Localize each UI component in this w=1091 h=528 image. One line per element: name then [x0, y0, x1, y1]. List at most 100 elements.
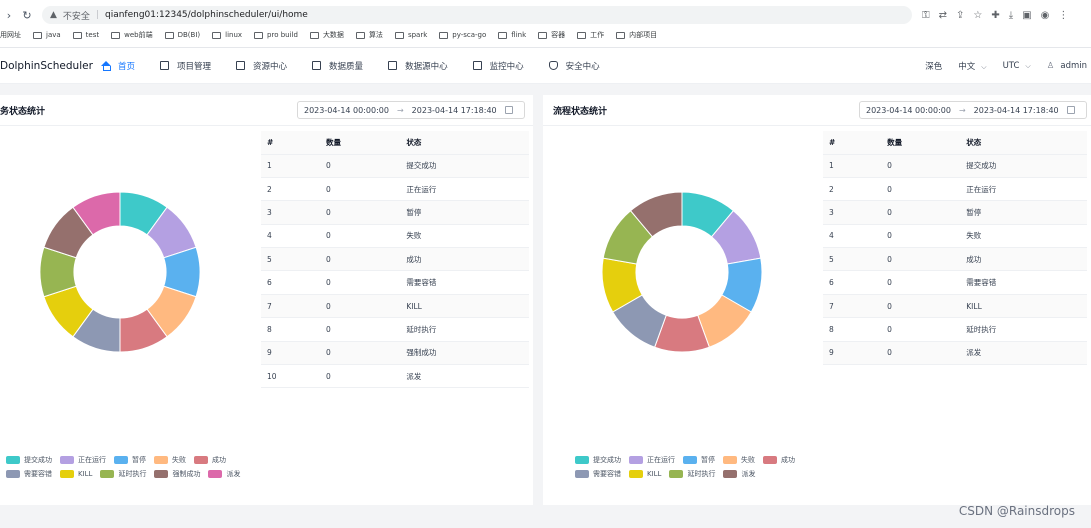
legend-item[interactable]: 强制成功 — [154, 467, 200, 481]
legend-item[interactable]: 成功 — [194, 453, 226, 467]
bookmark-item[interactable]: test — [72, 31, 99, 39]
menu-item[interactable]: 监控中心 — [472, 60, 524, 72]
legend-item[interactable]: 暂停 — [683, 453, 715, 467]
app-logo[interactable]: DolphinScheduler — [0, 60, 95, 72]
legend-item[interactable]: 提交成功 — [575, 453, 621, 467]
legend-swatch — [629, 470, 643, 478]
table-cell: 派发 — [400, 364, 529, 389]
legend-item[interactable]: 正在运行 — [60, 453, 106, 467]
menu-item-label: 首页 — [118, 61, 136, 72]
extension-icon[interactable]: ✚ — [991, 10, 999, 21]
bookmark-label: 大数据 — [322, 31, 344, 39]
date-range-picker[interactable]: 2023-04-14 00:00:00 → 2023-04-14 17:18:4… — [297, 101, 525, 119]
panel-title: 务状态统计 — [0, 106, 46, 117]
legend-item[interactable]: 失败 — [723, 453, 755, 467]
menu-item[interactable]: 项目管理 — [160, 60, 211, 72]
menu-item[interactable]: 数据源中心 — [388, 60, 448, 72]
bookmark-label: 算法 — [368, 31, 383, 39]
sidebar-icon[interactable]: ▣ — [1022, 10, 1031, 21]
translate-icon[interactable]: ⇄ — [939, 10, 947, 21]
datasource-icon — [388, 61, 398, 70]
folder-icon — [111, 31, 121, 39]
table-cell: 提交成功 — [400, 154, 529, 178]
bookmark-item[interactable]: linux — [212, 31, 242, 39]
share-icon[interactable]: ⇪ — [956, 10, 964, 21]
legend-item[interactable]: 延时执行 — [100, 467, 146, 481]
bookmark-label: pro build — [267, 31, 298, 39]
menu-item-label: 数据源中心 — [405, 61, 448, 72]
table-cell: 成功 — [400, 247, 529, 272]
folder-icon — [254, 31, 264, 39]
bookmark-label: linux — [225, 31, 243, 39]
table-cell: 0 — [319, 247, 401, 272]
language-select[interactable]: 中文 ⌵ — [958, 60, 986, 72]
chevron-down-icon: ⌵ — [1025, 61, 1031, 70]
legend-item[interactable]: 延时执行 — [669, 467, 715, 481]
legend-swatch — [154, 470, 169, 478]
legend-item[interactable]: 成功 — [763, 453, 795, 467]
table-cell: 4 — [261, 224, 320, 249]
menu-item[interactable]: 资源中心 — [236, 60, 287, 72]
bookmark-item[interactable]: java — [33, 31, 61, 39]
folder-icon — [164, 31, 174, 39]
bookmark-item[interactable]: web前端 — [111, 30, 153, 40]
menu-item[interactable]: 安全中心 — [548, 60, 600, 72]
bookmark-item[interactable]: 算法 — [355, 30, 383, 40]
folder-icon — [498, 31, 508, 39]
bookmark-item[interactable]: 工作 — [577, 30, 604, 40]
address-input[interactable]: ▲ 不安全 | qianfeng01:12345/dolphinschedule… — [42, 6, 912, 24]
reload-icon[interactable]: ↻ — [18, 9, 36, 22]
profile-icon[interactable]: ◉ — [1041, 10, 1050, 21]
bookmark-item[interactable]: 容器 — [538, 30, 565, 40]
table-cell: 0 — [881, 200, 961, 225]
folder-icon — [577, 31, 587, 39]
menu-item[interactable]: 首页 — [101, 60, 135, 72]
bookmark-item[interactable]: spark — [394, 31, 427, 39]
menu-icon[interactable]: ⋮ — [1058, 10, 1068, 21]
date-end: 2023-04-14 17:18:40 — [973, 105, 1059, 115]
theme-toggle[interactable]: 深色 — [925, 60, 942, 72]
forward-icon[interactable]: › — [0, 9, 18, 22]
bookmark-item[interactable]: 用网址 — [0, 30, 21, 40]
user-menu[interactable]: ♙ admin — [1047, 61, 1087, 71]
legend-item[interactable]: 失败 — [154, 453, 186, 467]
legend-item[interactable]: 暂停 — [114, 453, 146, 467]
key-icon[interactable]: ⚿ — [922, 10, 930, 21]
star-icon[interactable]: ☆ — [973, 10, 982, 21]
legend-item[interactable]: 正在运行 — [629, 453, 675, 467]
folder-icon — [33, 31, 42, 39]
legend-swatch — [100, 470, 115, 478]
legend-label: 失败 — [741, 456, 755, 464]
bookmark-item[interactable]: 大数据 — [309, 30, 344, 40]
legend-label: 派发 — [741, 470, 756, 478]
timezone-select[interactable]: UTC ⌵ — [1003, 61, 1031, 71]
legend-swatch — [60, 456, 74, 464]
watermark: CSDN @Rainsdrops — [958, 504, 1075, 518]
legend-item[interactable]: 派发 — [723, 467, 755, 481]
legend-item[interactable]: KILL — [60, 467, 92, 481]
bookmark-label: 工作 — [590, 31, 605, 39]
legend-item[interactable]: 派发 — [208, 467, 240, 481]
bookmark-item[interactable]: 内部项目 — [616, 30, 657, 40]
bookmark-item[interactable]: DB(BI) — [164, 31, 200, 39]
table-cell: 派发 — [960, 341, 1087, 366]
bookmark-item[interactable]: pro build — [254, 31, 298, 39]
calendar-icon — [504, 106, 513, 114]
download-icon[interactable]: ⤓ — [1009, 10, 1013, 21]
legend-item[interactable]: 需要容错 — [575, 467, 621, 481]
legend-swatch — [629, 456, 643, 464]
legend-item[interactable]: 提交成功 — [6, 453, 52, 467]
table-row: 2 0 正在运行 — [823, 177, 1087, 202]
legend-label: 正在运行 — [78, 456, 106, 464]
menu-item[interactable]: 数据质量 — [312, 60, 363, 72]
date-range-picker[interactable]: 2023-04-14 00:00:00 → 2023-04-14 17:18:4… — [859, 101, 1087, 119]
bookmark-item[interactable]: py-sca-go — [439, 31, 486, 39]
table-cell: 0 — [881, 224, 961, 249]
bookmark-item[interactable]: flink — [498, 31, 526, 39]
menu-item-label: 安全中心 — [565, 61, 600, 72]
table-cell: 0 — [881, 341, 961, 366]
legend-item[interactable]: KILL — [629, 467, 661, 481]
table-cell: 5 — [261, 247, 320, 272]
legend-item[interactable]: 需要容错 — [6, 467, 52, 481]
folder-icon — [212, 31, 222, 39]
